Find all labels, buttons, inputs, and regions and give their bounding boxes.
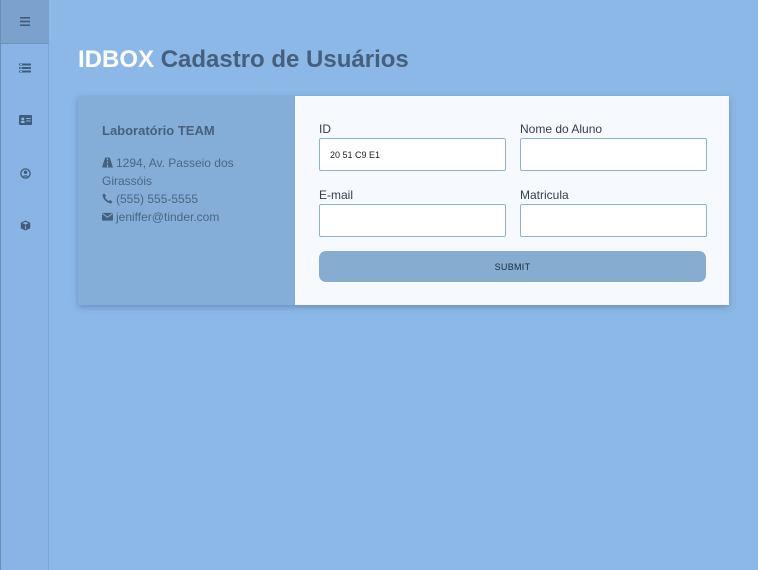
sidebar-item-list[interactable] bbox=[1, 46, 49, 90]
email-line: jeniffer@tinder.com bbox=[102, 208, 277, 226]
cube-icon bbox=[20, 220, 30, 230]
page-title: IDBOX Cadastro de Usuários bbox=[78, 44, 409, 76]
user-circle-icon bbox=[19, 167, 31, 179]
sidebar-toggle-button[interactable] bbox=[1, 0, 49, 44]
id-card-icon bbox=[18, 115, 32, 125]
email-label: E-mail bbox=[319, 188, 354, 202]
list-icon bbox=[19, 63, 31, 73]
envelope-icon bbox=[102, 212, 113, 221]
registration-card: Laboratório TEAM 1294, Av. Passeio dos G… bbox=[78, 96, 729, 305]
contact-info-panel: Laboratório TEAM 1294, Av. Passeio dos G… bbox=[78, 96, 295, 305]
page-heading: Cadastro de Usuários bbox=[160, 46, 409, 73]
email-text: jeniffer@tinder.com bbox=[116, 210, 220, 224]
email-input[interactable] bbox=[319, 204, 506, 237]
registration-form: ID Nome do Aluno E-mail Matricula SUBMIT bbox=[295, 96, 729, 305]
student-name-input[interactable] bbox=[520, 138, 707, 171]
phone-text: (555) 555-5555 bbox=[116, 192, 199, 206]
sidebar-item-user[interactable] bbox=[1, 151, 49, 195]
submit-button[interactable]: SUBMIT bbox=[319, 251, 706, 282]
brand-name: IDBOX bbox=[78, 46, 155, 73]
address-text: 1294, Av. Passeio dos Girassóis bbox=[102, 156, 234, 188]
phone-icon bbox=[102, 193, 113, 204]
lab-name: Laboratório TEAM bbox=[102, 123, 215, 138]
phone-line: (555) 555-5555 bbox=[102, 190, 277, 208]
matricula-label: Matricula bbox=[520, 188, 569, 202]
id-label: ID bbox=[319, 122, 331, 136]
matricula-input[interactable] bbox=[520, 204, 707, 237]
sidebar bbox=[0, 0, 49, 570]
student-name-label: Nome do Aluno bbox=[520, 122, 603, 136]
road-icon bbox=[102, 157, 113, 168]
address-line: 1294, Av. Passeio dos Girassóis bbox=[102, 154, 277, 190]
sidebar-item-id-card[interactable] bbox=[1, 98, 49, 142]
menu-icon bbox=[20, 17, 30, 26]
sidebar-item-cube[interactable] bbox=[1, 203, 49, 247]
id-input[interactable] bbox=[319, 138, 506, 171]
